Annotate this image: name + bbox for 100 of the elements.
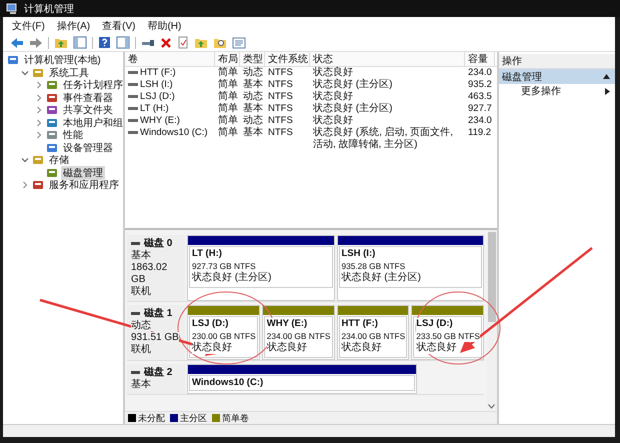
chevron-down-icon[interactable] (21, 156, 29, 164)
tree-item[interactable]: 系统工具 (47, 66, 91, 80)
column-header[interactable]: 状态 (310, 52, 465, 66)
partition-name: HTT (F:) (342, 318, 378, 330)
chevron-right-icon[interactable] (35, 106, 43, 114)
table-cell: 234.0 (468, 67, 492, 79)
menu-item[interactable]: 帮助(H) (147, 18, 182, 32)
action-link[interactable]: 更多操作 (521, 84, 561, 98)
disk-type: 基本 (131, 379, 151, 391)
tree-item[interactable]: 磁盘管理 (61, 166, 105, 180)
actions-header: 操作 (499, 54, 615, 69)
menu-item[interactable]: 文件(F) (12, 18, 45, 32)
folder-icon[interactable] (194, 36, 208, 49)
partition-name: LSJ (D:) (192, 318, 228, 330)
chevron-right-icon[interactable] (35, 94, 43, 102)
column-header[interactable]: 卷 (125, 52, 215, 66)
table-cell: LT (H:) (140, 103, 169, 115)
tree-item[interactable]: 任务计划程序 (61, 78, 125, 92)
chevron-down-icon[interactable] (21, 68, 29, 77)
tool-icon (46, 92, 58, 104)
table-cell: NTFS (268, 67, 293, 79)
caret-icon (605, 88, 610, 94)
table-cell-text: 动态 (243, 91, 263, 102)
table-cell-text: 状态良好 (313, 67, 353, 78)
panel-icon[interactable] (116, 36, 130, 49)
document-icon[interactable] (177, 36, 189, 49)
partition-status: 状态良好 (342, 342, 382, 354)
chevron-right-icon[interactable] (35, 81, 43, 90)
column-header[interactable]: 文件系统 (265, 52, 310, 66)
table-cell-text: 基本 (243, 103, 263, 114)
table-cell: NTFS (268, 91, 293, 103)
partition-status: 状态良好 (416, 342, 456, 354)
partition-name: Windows10 (C:) (192, 377, 264, 389)
partition[interactable]: LSJ (D:) 230.00 GB NTFS 状态良好 (187, 305, 260, 360)
partition-status: 状态良好 (266, 342, 307, 354)
table-cell-text: 状态良好 (主分区) (313, 103, 392, 114)
table-cell: NTFS (268, 127, 293, 139)
partition[interactable]: WHY (E:) 234.00 GB NTFS 状态良好 (262, 305, 334, 360)
menu-item[interactable]: 操作(A) (56, 18, 90, 32)
table-cell-text: 简单 (218, 115, 238, 126)
partition[interactable]: LSJ (D:) 233.50 GB NTFS 状态良好 (411, 305, 484, 360)
scrollbar[interactable] (487, 230, 497, 411)
tree-item[interactable]: 设备管理器 (61, 140, 115, 155)
panel-icon[interactable] (73, 36, 87, 49)
partition[interactable]: HTT (F:) 234.00 GB NTFS 状态良好 (336, 305, 410, 360)
partition[interactable]: LT (H:) 927.73 GB NTFS 状态良好 (主分区) (187, 235, 334, 301)
table-cell-text: 简单 (218, 91, 238, 102)
table-cell-text: 简单 (218, 67, 238, 78)
partition-status: 状态良好 (192, 342, 232, 354)
partition-name: LSJ (D:) (416, 318, 453, 330)
tool-icon (46, 104, 58, 116)
column-header[interactable]: 类型 (240, 52, 265, 66)
tool-icon (46, 116, 58, 129)
computer-icon (6, 2, 19, 14)
help-icon[interactable] (98, 36, 111, 49)
window-title: 计算机管理 (24, 2, 74, 16)
partition-name: LSH (I:) (342, 248, 376, 260)
delete-icon[interactable] (160, 36, 172, 48)
table-cell: NTFS (268, 103, 293, 115)
partition[interactable]: Windows10 (C:) (187, 364, 417, 394)
magnifier-icon[interactable] (213, 36, 227, 49)
table-cell: Windows10 (C:) (140, 127, 208, 139)
table-cell: 935.2 (468, 79, 492, 91)
chevron-right-icon[interactable] (35, 118, 43, 127)
folder-icon[interactable] (54, 36, 68, 49)
column-header[interactable]: 容量 (465, 52, 495, 66)
tool-icon (46, 142, 58, 154)
disk-name: 磁盘 0 (144, 238, 172, 250)
tree-item[interactable]: 本地用户和组 (61, 116, 125, 130)
list-icon[interactable] (232, 36, 246, 48)
table-cell: 基本 (243, 127, 263, 139)
tree-item[interactable]: 计算机管理(本地) (22, 53, 103, 68)
disk-type: 动态 (131, 320, 151, 332)
chevron-down-icon[interactable] (488, 404, 495, 409)
table-cell: 简单 (218, 127, 238, 139)
actions-section[interactable]: 磁盘管理 (499, 69, 615, 84)
tool-icon (32, 66, 44, 79)
partition-size: 230.00 GB NTFS (192, 330, 256, 342)
table-cell-text: 动态 (243, 67, 263, 78)
column-header[interactable]: 布局 (215, 52, 240, 66)
table-cell-text: 状态良好 (313, 115, 353, 126)
legend-label: 简单卷 (222, 412, 249, 424)
disk-status: 联机 (131, 286, 151, 298)
chevron-right-icon[interactable] (21, 181, 29, 190)
disk-name: 磁盘 1 (144, 308, 172, 320)
chevron-right-icon[interactable] (35, 131, 43, 140)
tool-icon (46, 166, 58, 179)
tree-item[interactable]: 共享文件夹 (61, 103, 115, 118)
partition-size: 234.00 GB NTFS (266, 330, 330, 342)
partition[interactable]: LSH (I:) 935.28 GB NTFS 状态良好 (主分区) (336, 235, 484, 301)
tree-item[interactable]: 存储 (47, 153, 71, 168)
tool-icon (32, 179, 44, 192)
menu-item[interactable]: 查看(V) (102, 18, 136, 32)
table-cell-text: 简单 (218, 103, 238, 114)
forward-arrow-icon[interactable] (29, 36, 43, 48)
back-arrow-icon[interactable] (10, 36, 24, 48)
tree-item[interactable]: 服务和应用程序 (47, 178, 121, 192)
tree-item[interactable]: 性能 (61, 128, 85, 142)
partition-size: 927.73 GB NTFS (192, 260, 256, 272)
tree-item[interactable]: 事件查看器 (61, 90, 115, 105)
